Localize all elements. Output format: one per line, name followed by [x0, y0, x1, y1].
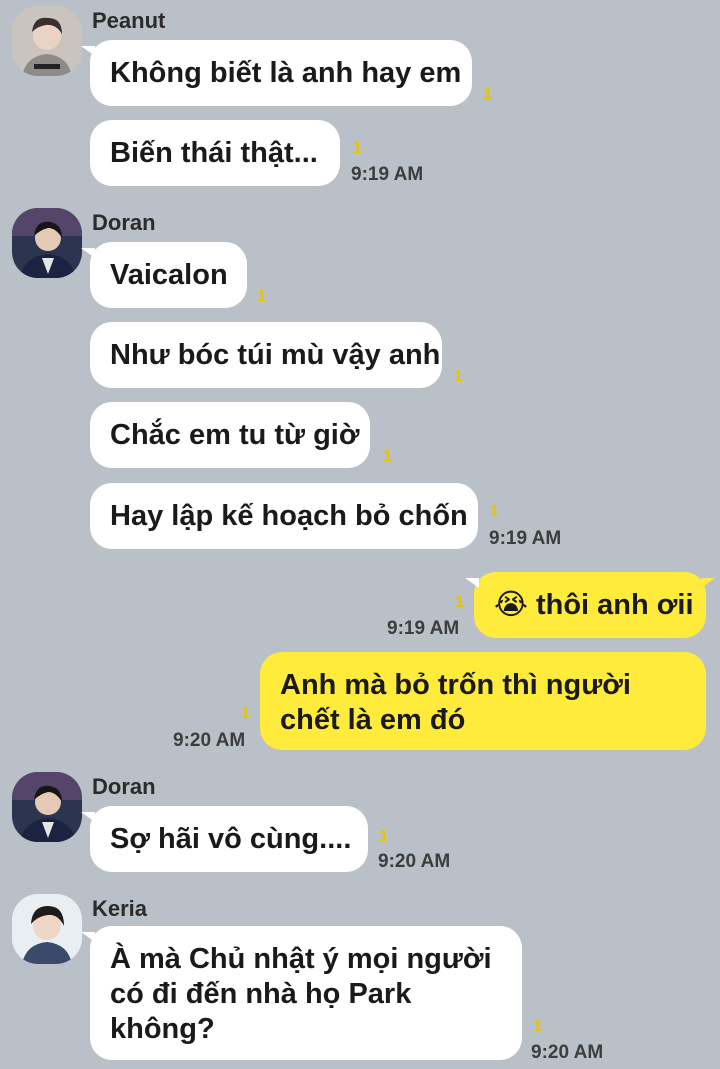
peanut-avatar-icon: [12, 6, 82, 76]
crying-face-icon: 😭: [494, 589, 528, 621]
message-bubble-outgoing[interactable]: Anh mà bỏ trốn thì người chết là em đó: [260, 652, 706, 750]
message-bubble[interactable]: Chắc em tu từ giờ: [90, 402, 370, 468]
avatar-doran[interactable]: [12, 208, 82, 278]
unread-count: 1: [483, 86, 492, 103]
unread-count: 1: [379, 828, 388, 845]
unread-count: 1: [455, 594, 464, 611]
avatar-peanut[interactable]: [12, 6, 82, 76]
doran-avatar-icon: [12, 208, 82, 278]
message-text: thôi anh ơii: [535, 589, 694, 621]
message-time: 9:19 AM: [351, 164, 424, 185]
unread-count: 1: [241, 705, 250, 722]
message-bubble[interactable]: Vaicalon: [81, 242, 247, 308]
keria-avatar-icon: [12, 894, 82, 964]
unread-count: 1: [533, 1018, 542, 1035]
message-time: 9:19 AM: [387, 618, 460, 639]
message-bubble[interactable]: À mà Chủ nhật ý mọi người có đi đến nhà …: [81, 926, 522, 1060]
sender-name: Keria: [92, 896, 148, 921]
message-time: 9:20 AM: [378, 851, 451, 872]
sender-name: Doran: [92, 210, 156, 235]
unread-count: 1: [490, 503, 499, 520]
message-bubble[interactable]: Không biết là anh hay em: [81, 40, 472, 106]
unread-count: 1: [454, 368, 463, 385]
unread-count: 1: [353, 140, 362, 157]
message-bubble[interactable]: Như bóc túi mù vậy anh: [90, 322, 442, 388]
sender-name: Peanut: [92, 8, 166, 33]
unread-count: 1: [383, 448, 392, 465]
message-time: 9:20 AM: [531, 1042, 604, 1063]
message-bubble[interactable]: Hay lập kế hoạch bỏ chốn: [90, 483, 478, 549]
message-time: 9:19 AM: [489, 528, 562, 549]
doran-avatar-icon: [12, 772, 82, 842]
avatar-doran[interactable]: [12, 772, 82, 842]
message-time: 9:20 AM: [173, 730, 246, 751]
avatar-keria[interactable]: [12, 894, 82, 964]
message-bubble[interactable]: Sợ hãi vô cùng....: [81, 806, 368, 872]
message-bubble-outgoing[interactable]: 😭 thôi anh ơii: [465, 572, 715, 638]
sender-name: Doran: [92, 774, 156, 799]
message-bubble[interactable]: Biến thái thật...: [90, 120, 340, 186]
unread-count: 1: [257, 288, 266, 305]
